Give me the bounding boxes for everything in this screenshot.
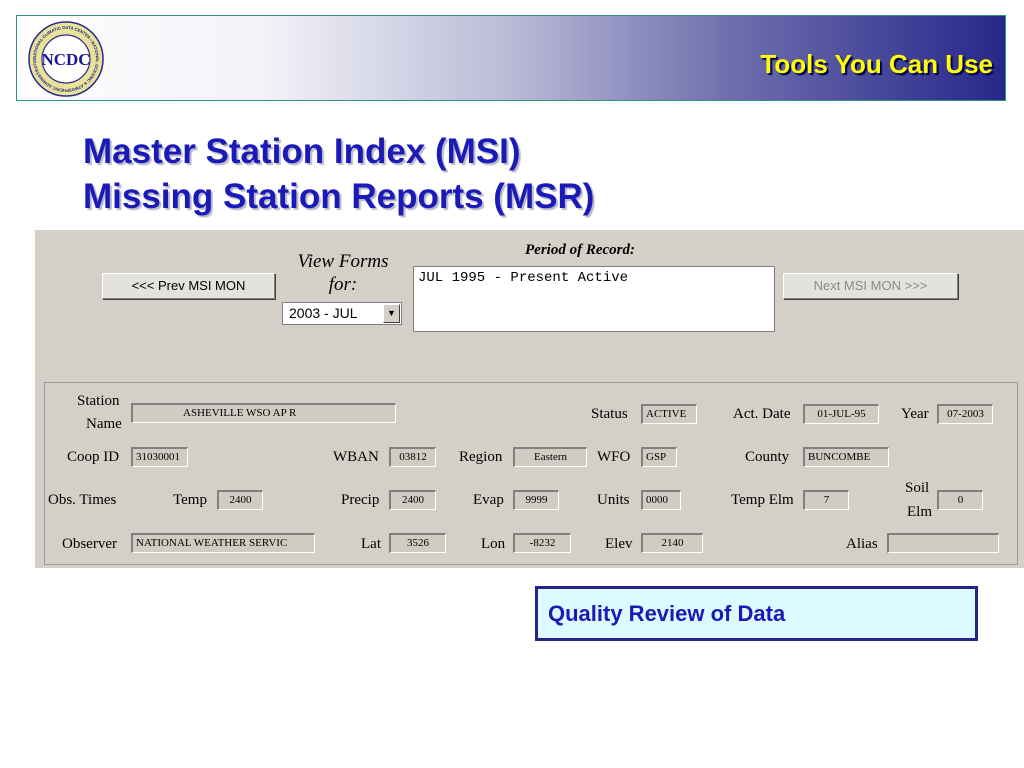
station-details-box: Station Name ASHEVILLE WSO AP R Status A… [44, 382, 1018, 565]
period-of-record-label: Period of Record: [525, 242, 635, 258]
coop-id-field[interactable]: 31030001 [131, 447, 188, 467]
precip-label: Precip [341, 492, 380, 508]
wfo-field[interactable]: GSP [641, 447, 677, 467]
soil-elm-label-1: Soil [905, 480, 930, 496]
station-name-label-1: Station [77, 393, 120, 409]
county-field[interactable]: BUNCOMBE [803, 447, 889, 467]
act-date-field[interactable]: 01-JUL-95 [803, 404, 879, 424]
temp-field[interactable]: 2400 [217, 490, 263, 510]
station-name-label-2: Name [86, 416, 122, 432]
ncdc-logo: NATIONAL CLIMATIC DATA CENTER • NATIONAL… [27, 20, 104, 97]
lon-label: Lon [481, 536, 506, 552]
temp-elm-label: Temp Elm [731, 492, 794, 508]
wban-field[interactable]: 03812 [389, 447, 436, 467]
dropdown-arrow-icon[interactable]: ▼ [383, 304, 400, 323]
evap-label: Evap [473, 492, 504, 508]
lat-field[interactable]: 3526 [389, 533, 446, 553]
obs-times-label: Obs. Times [48, 492, 117, 508]
month-select-value: 2003 - JUL [289, 305, 358, 321]
act-date-label: Act. Date [733, 406, 791, 422]
region-field[interactable]: Eastern [513, 447, 587, 467]
units-field[interactable]: 0000 [641, 490, 681, 510]
header-banner: NATIONAL CLIMATIC DATA CENTER • NATIONAL… [16, 15, 1006, 101]
slide-title-line2: Missing Station Reports (MSR) [83, 177, 595, 216]
alias-field[interactable] [887, 533, 999, 553]
month-select[interactable]: 2003 - JUL ▼ [282, 302, 402, 325]
prev-msi-mon-button[interactable]: <<< Prev MSI MON [102, 273, 275, 299]
slide-title-line1: Master Station Index (MSI) [83, 132, 521, 171]
wban-label: WBAN [333, 449, 379, 465]
view-forms-label: View Forms for: [293, 250, 393, 296]
coop-id-label: Coop ID [67, 449, 120, 465]
logo-text: NCDC [41, 50, 90, 69]
precip-field[interactable]: 2400 [389, 490, 436, 510]
elev-field[interactable]: 2140 [641, 533, 703, 553]
period-of-record-textarea[interactable]: JUL 1995 - Present Active [413, 266, 775, 332]
view-forms-line2: for: [328, 274, 358, 295]
year-field[interactable]: 07-2003 [937, 404, 993, 424]
soil-elm-label-2: Elm [907, 504, 932, 520]
next-msi-mon-button[interactable]: Next MSI MON >>> [783, 273, 958, 299]
evap-field[interactable]: 9999 [513, 490, 559, 510]
msi-form-panel: <<< Prev MSI MON View Forms for: 2003 - … [35, 230, 1024, 568]
slide-title: Master Station Index (MSI) Missing Stati… [83, 129, 594, 219]
lon-field[interactable]: -8232 [513, 533, 571, 553]
status-label: Status [591, 406, 628, 422]
observer-field[interactable]: NATIONAL WEATHER SERVIC [131, 533, 315, 553]
quality-review-callout: Quality Review of Data [535, 586, 978, 641]
observer-label: Observer [62, 536, 117, 552]
year-label: Year [901, 406, 929, 422]
station-name-field[interactable]: ASHEVILLE WSO AP R [131, 403, 396, 423]
temp-label: Temp [173, 492, 207, 508]
units-label: Units [597, 492, 630, 508]
banner-title: Tools You Can Use [760, 49, 993, 79]
soil-elm-field[interactable]: 0 [937, 490, 983, 510]
elev-label: Elev [605, 536, 633, 552]
status-field[interactable]: ACTIVE [641, 404, 697, 424]
alias-label: Alias [846, 536, 878, 552]
region-label: Region [459, 449, 503, 465]
lat-label: Lat [361, 536, 381, 552]
wfo-label: WFO [597, 449, 631, 465]
view-forms-line1: View Forms [297, 251, 389, 272]
county-label: County [745, 449, 790, 465]
temp-elm-field[interactable]: 7 [803, 490, 849, 510]
